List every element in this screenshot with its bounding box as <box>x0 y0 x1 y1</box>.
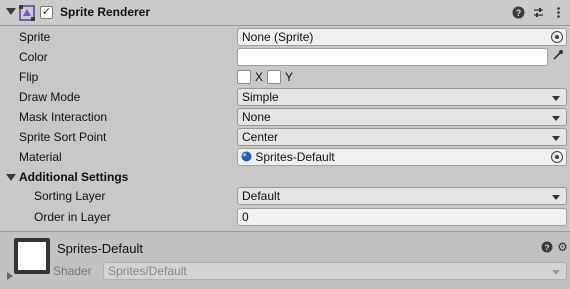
sprite-sort-point-label: Sprite Sort Point <box>19 130 107 144</box>
shader-dropdown[interactable]: Sprites/Default <box>103 262 567 280</box>
chevron-down-icon <box>552 116 560 121</box>
row-mask-interaction: Mask Interaction None <box>0 107 570 127</box>
inspector-panel: ✓ Sprite Renderer ? Sprite None (Sprite)… <box>0 0 570 289</box>
color-swatch[interactable] <box>237 48 548 66</box>
additional-settings-foldout[interactable]: Additional Settings <box>0 167 570 187</box>
foldout-arrow-icon[interactable] <box>7 272 13 280</box>
svg-text:?: ? <box>516 8 522 18</box>
object-picker-icon[interactable] <box>551 31 563 43</box>
material-preview-name: Sprites-Default <box>57 241 143 256</box>
sprite-renderer-icon <box>19 5 35 21</box>
eyedropper-icon[interactable] <box>550 49 566 65</box>
foldout-arrow-icon[interactable] <box>6 8 16 15</box>
flip-label: Flip <box>19 70 39 84</box>
mask-interaction-label: Mask Interaction <box>19 110 108 124</box>
shader-value: Sprites/Default <box>108 264 187 278</box>
row-flip: Flip X Y <box>0 67 570 87</box>
row-sprite-sort-point: Sprite Sort Point Center <box>0 127 570 147</box>
additional-settings-label: Additional Settings <box>19 170 129 184</box>
chevron-down-icon <box>552 195 560 200</box>
gear-icon[interactable]: ⚙ <box>556 241 569 254</box>
sprite-value: None (Sprite) <box>242 30 314 44</box>
mask-interaction-dropdown[interactable]: None <box>237 108 567 126</box>
flip-y-label: Y <box>285 70 294 84</box>
row-draw-mode: Draw Mode Simple <box>0 87 570 107</box>
chevron-down-icon <box>552 270 560 275</box>
row-material: Material Sprites-Default <box>0 147 570 167</box>
help-icon[interactable]: ? <box>512 6 525 19</box>
draw-mode-label: Draw Mode <box>19 90 81 104</box>
object-picker-icon[interactable] <box>551 151 563 163</box>
color-label: Color <box>19 50 48 64</box>
material-object-field[interactable]: Sprites-Default <box>237 148 567 166</box>
order-in-layer-input[interactable]: 0 <box>237 208 567 226</box>
component-enabled-checkbox[interactable]: ✓ <box>40 6 53 19</box>
context-menu-icon[interactable] <box>552 6 565 19</box>
sorting-layer-value: Default <box>242 189 281 203</box>
sprite-sort-point-dropdown[interactable]: Center <box>237 128 567 146</box>
flip-x-checkbox[interactable] <box>237 70 251 84</box>
row-sprite: Sprite None (Sprite) <box>0 27 570 47</box>
order-in-layer-label: Order in Layer <box>34 210 111 224</box>
shader-label: Shader <box>53 264 92 278</box>
sprite-sort-point-value: Center <box>242 130 279 144</box>
material-preview-section: Sprites-Default Shader Sprites/Default ?… <box>0 231 570 289</box>
sorting-layer-dropdown[interactable]: Default <box>237 187 567 205</box>
presets-icon[interactable] <box>532 6 545 19</box>
sorting-layer-label: Sorting Layer <box>34 189 106 203</box>
order-in-layer-value: 0 <box>242 210 249 224</box>
component-title: Sprite Renderer <box>60 5 151 19</box>
flip-y-checkbox[interactable] <box>267 70 281 84</box>
row-color: Color <box>0 47 570 67</box>
material-value: Sprites-Default <box>255 150 335 164</box>
material-sphere-icon <box>241 151 252 162</box>
row-sorting-layer: Sorting Layer Default <box>0 186 570 206</box>
row-order-in-layer: Order in Layer 0 <box>0 207 570 227</box>
flip-x-label: X <box>255 70 264 84</box>
draw-mode-dropdown[interactable]: Simple <box>237 88 567 106</box>
sprite-object-field[interactable]: None (Sprite) <box>237 28 567 46</box>
mask-interaction-value: None <box>242 110 271 124</box>
chevron-down-icon <box>552 96 560 101</box>
svg-text:?: ? <box>544 242 549 252</box>
material-thumbnail[interactable] <box>14 238 50 274</box>
sprite-label: Sprite <box>19 30 51 44</box>
material-help-icon[interactable]: ? <box>540 241 553 254</box>
draw-mode-value: Simple <box>242 90 279 104</box>
foldout-arrow-icon[interactable] <box>6 174 16 181</box>
material-label: Material <box>19 150 62 164</box>
chevron-down-icon <box>552 136 560 141</box>
component-header[interactable]: ✓ Sprite Renderer ? <box>0 0 570 26</box>
